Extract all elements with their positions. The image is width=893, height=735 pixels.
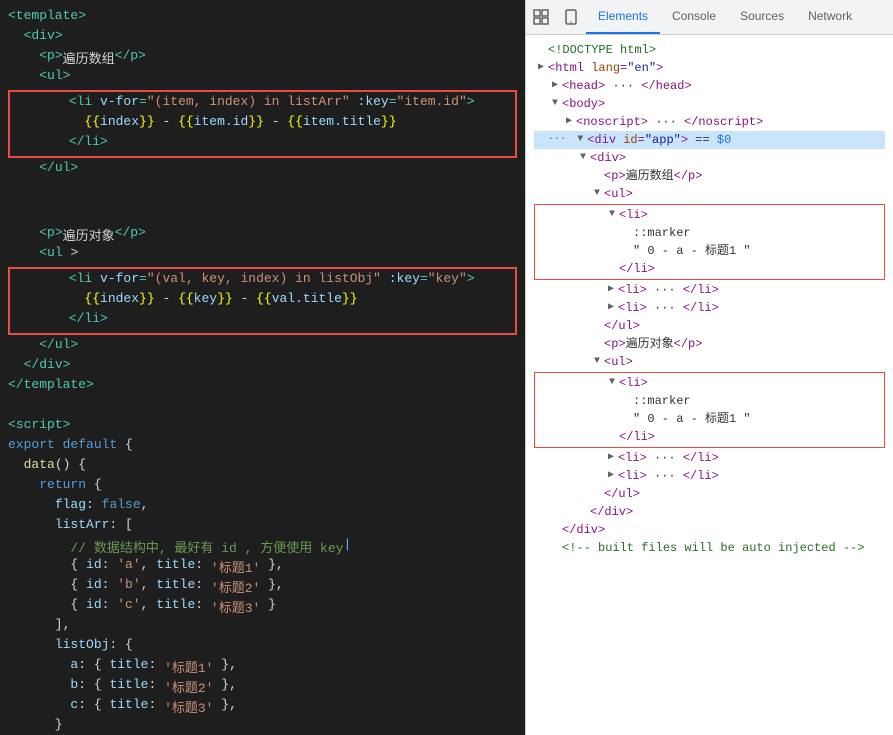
- dom-li-1: <li>: [535, 206, 884, 224]
- code-line: {{index}} - {{key}} - {{val.title}}: [14, 291, 511, 311]
- dom-noscript: <noscript> ··· </noscript>: [534, 113, 885, 131]
- tab-elements[interactable]: Elements: [586, 0, 660, 34]
- dom-ul-1-close: </ul>: [534, 317, 885, 335]
- code-line: <ul >: [0, 245, 525, 265]
- code-line: <ul>: [0, 68, 525, 88]
- code-line: </template>: [0, 377, 525, 397]
- code-line: { id: 'c', title: '标题3' }: [0, 597, 525, 617]
- dom-head: <head> ··· </head>: [534, 77, 885, 95]
- dom-li-1-marker: ::marker: [535, 224, 884, 242]
- code-line: }: [0, 717, 525, 735]
- code-line: {{index}} - {{item.id}} - {{item.title}}: [14, 114, 511, 134]
- code-line: </div>: [0, 357, 525, 377]
- devtools-icon-phone[interactable]: [556, 0, 586, 34]
- devtools-panel: Elements Console Sources Network <!DOCTY…: [525, 0, 893, 735]
- dom-html: <html lang="en">: [534, 59, 885, 77]
- dom-li-obj-3: <li> ··· </li>: [534, 467, 885, 485]
- code-line: <li v-for="(item, index) in listArr" :ke…: [14, 94, 511, 114]
- code-line: flag: false,: [0, 497, 525, 517]
- dom-div-app[interactable]: ··· <div id="app"> == $0: [534, 131, 885, 149]
- dom-li-obj-1-marker: ::marker: [535, 392, 884, 410]
- code-line: ],: [0, 617, 525, 637]
- dom-p-array: <p>遍历数组</p>: [534, 167, 885, 185]
- dom-li-obj-1-close: </li>: [535, 428, 884, 446]
- tab-network[interactable]: Network: [796, 0, 864, 34]
- code-editor: <template> <div> <p>遍历数组</p> <ul> <li v-…: [0, 0, 525, 735]
- code-line: b: { title: '标题2' },: [0, 677, 525, 697]
- dom-li-1-close: </li>: [535, 260, 884, 278]
- code-line: </ul>: [0, 337, 525, 357]
- tab-sources[interactable]: Sources: [728, 0, 796, 34]
- code-line: <div>: [0, 28, 525, 48]
- code-line: { id: 'b', title: '标题2' },: [0, 577, 525, 597]
- code-line: [0, 397, 525, 417]
- code-line: return {: [0, 477, 525, 497]
- code-line: </li>: [14, 134, 511, 154]
- code-line: c: { title: '标题3' },: [0, 697, 525, 717]
- dom-li-1-text: " 0 - a - 标题1 ": [535, 242, 884, 260]
- dom-ul-2: <ul>: [534, 353, 885, 371]
- code-line: <p>遍历对象</p>: [0, 225, 525, 245]
- highlight-block-2: <li v-for="(val, key, index) in listObj"…: [8, 267, 517, 335]
- dom-li-box-1: <li> ::marker " 0 - a - 标题1 " </li>: [534, 204, 885, 280]
- tab-console[interactable]: Console: [660, 0, 728, 34]
- code-line: <li v-for="(val, key, index) in listObj"…: [14, 271, 511, 291]
- dom-li-3: <li> ··· </li>: [534, 299, 885, 317]
- dom-body: <body>: [534, 95, 885, 113]
- dom-li-box-2: <li> ::marker " 0 - a - 标题1 " </li>: [534, 372, 885, 448]
- highlight-block-1: <li v-for="(item, index) in listArr" :ke…: [8, 90, 517, 158]
- dom-ul-2-close: </ul>: [534, 485, 885, 503]
- code-line: </li>: [14, 311, 511, 331]
- code-line: <p>遍历数组</p>: [0, 48, 525, 68]
- code-line: </ul>: [0, 160, 525, 180]
- devtools-icon-inspect[interactable]: [526, 0, 556, 34]
- dom-inner-div-close: </div>: [534, 503, 885, 521]
- code-line: listArr: [: [0, 517, 525, 537]
- code-line: <script>: [0, 417, 525, 437]
- code-line: listObj: {: [0, 637, 525, 657]
- devtools-elements-content: <!DOCTYPE html> <html lang="en"> <head> …: [526, 35, 893, 735]
- dom-doctype: <!DOCTYPE html>: [534, 41, 885, 59]
- code-line: data() {: [0, 457, 525, 477]
- dom-comment: <!-- built files will be auto injected -…: [534, 539, 885, 557]
- dom-li-2: <li> ··· </li>: [534, 281, 885, 299]
- dom-ul-1: <ul>: [534, 185, 885, 203]
- code-line: export default {: [0, 437, 525, 457]
- dom-li-obj-2: <li> ··· </li>: [534, 449, 885, 467]
- code-line: // 数据结构中, 最好有 id , 方便使用 key|: [0, 537, 525, 557]
- code-line: { id: 'a', title: '标题1' },: [0, 557, 525, 577]
- code-line: a: { title: '标题1' },: [0, 657, 525, 677]
- code-line: <template>: [0, 8, 525, 28]
- dom-inner-div: <div>: [534, 149, 885, 167]
- dom-li-obj-1-text: " 0 - a - 标题1 ": [535, 410, 884, 428]
- code-line: [0, 180, 525, 225]
- dom-p-obj: <p>遍历对象</p>: [534, 335, 885, 353]
- dom-div-app-close: </div>: [534, 521, 885, 539]
- dom-li-obj-1: <li>: [535, 374, 884, 392]
- devtools-tab-bar: Elements Console Sources Network: [526, 0, 893, 35]
